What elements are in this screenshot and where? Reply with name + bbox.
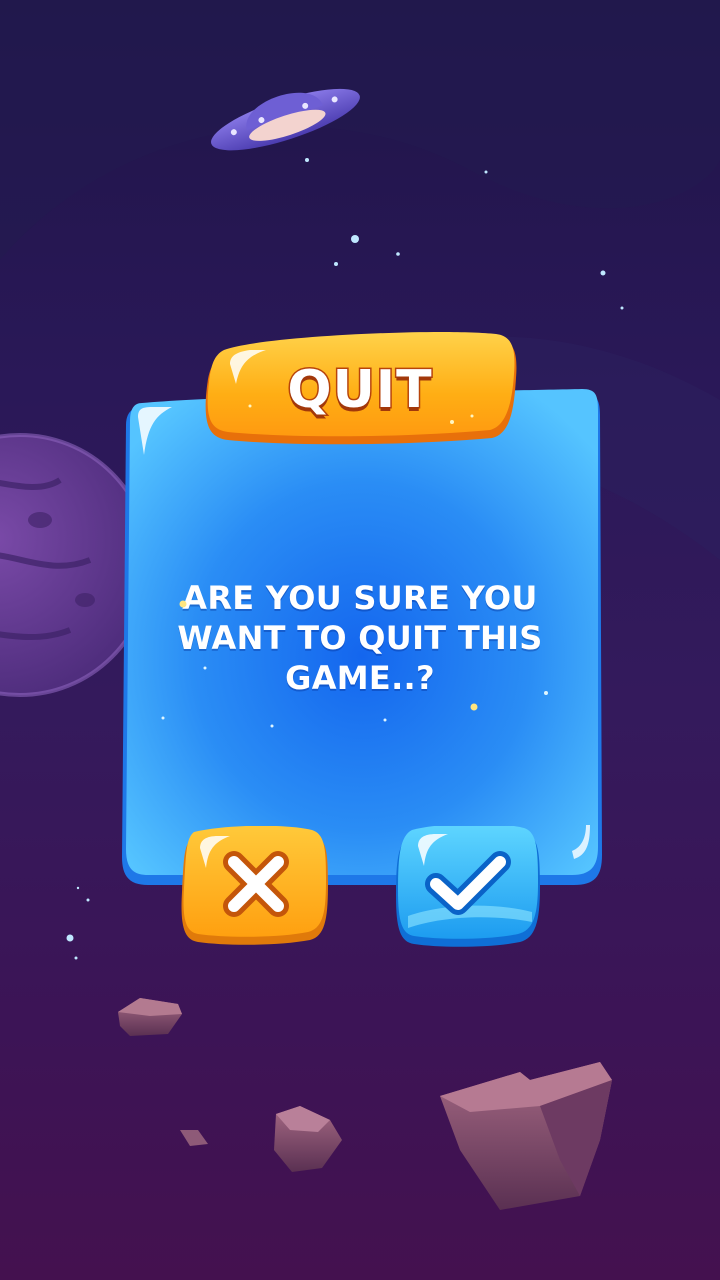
message-line: ARE YOU SURE YOU — [182, 579, 538, 617]
asteroid-decoration — [180, 1130, 208, 1146]
dialog-message: ARE YOU SURE YOU WANT TO QUIT THIS GAME.… — [160, 578, 560, 698]
asteroid-decoration — [274, 1106, 342, 1172]
message-line: WANT TO QUIT THIS — [177, 619, 543, 657]
message-line: GAME..? — [285, 659, 435, 697]
cancel-button[interactable] — [178, 826, 330, 948]
game-scene: QUIT ARE YOU SURE YOU WANT TO QUIT THIS … — [0, 0, 720, 1280]
asteroid-decoration — [440, 1062, 612, 1210]
asteroid-decoration — [118, 998, 182, 1036]
confirm-button[interactable] — [392, 826, 542, 950]
dialog-title: QUIT — [286, 359, 433, 422]
